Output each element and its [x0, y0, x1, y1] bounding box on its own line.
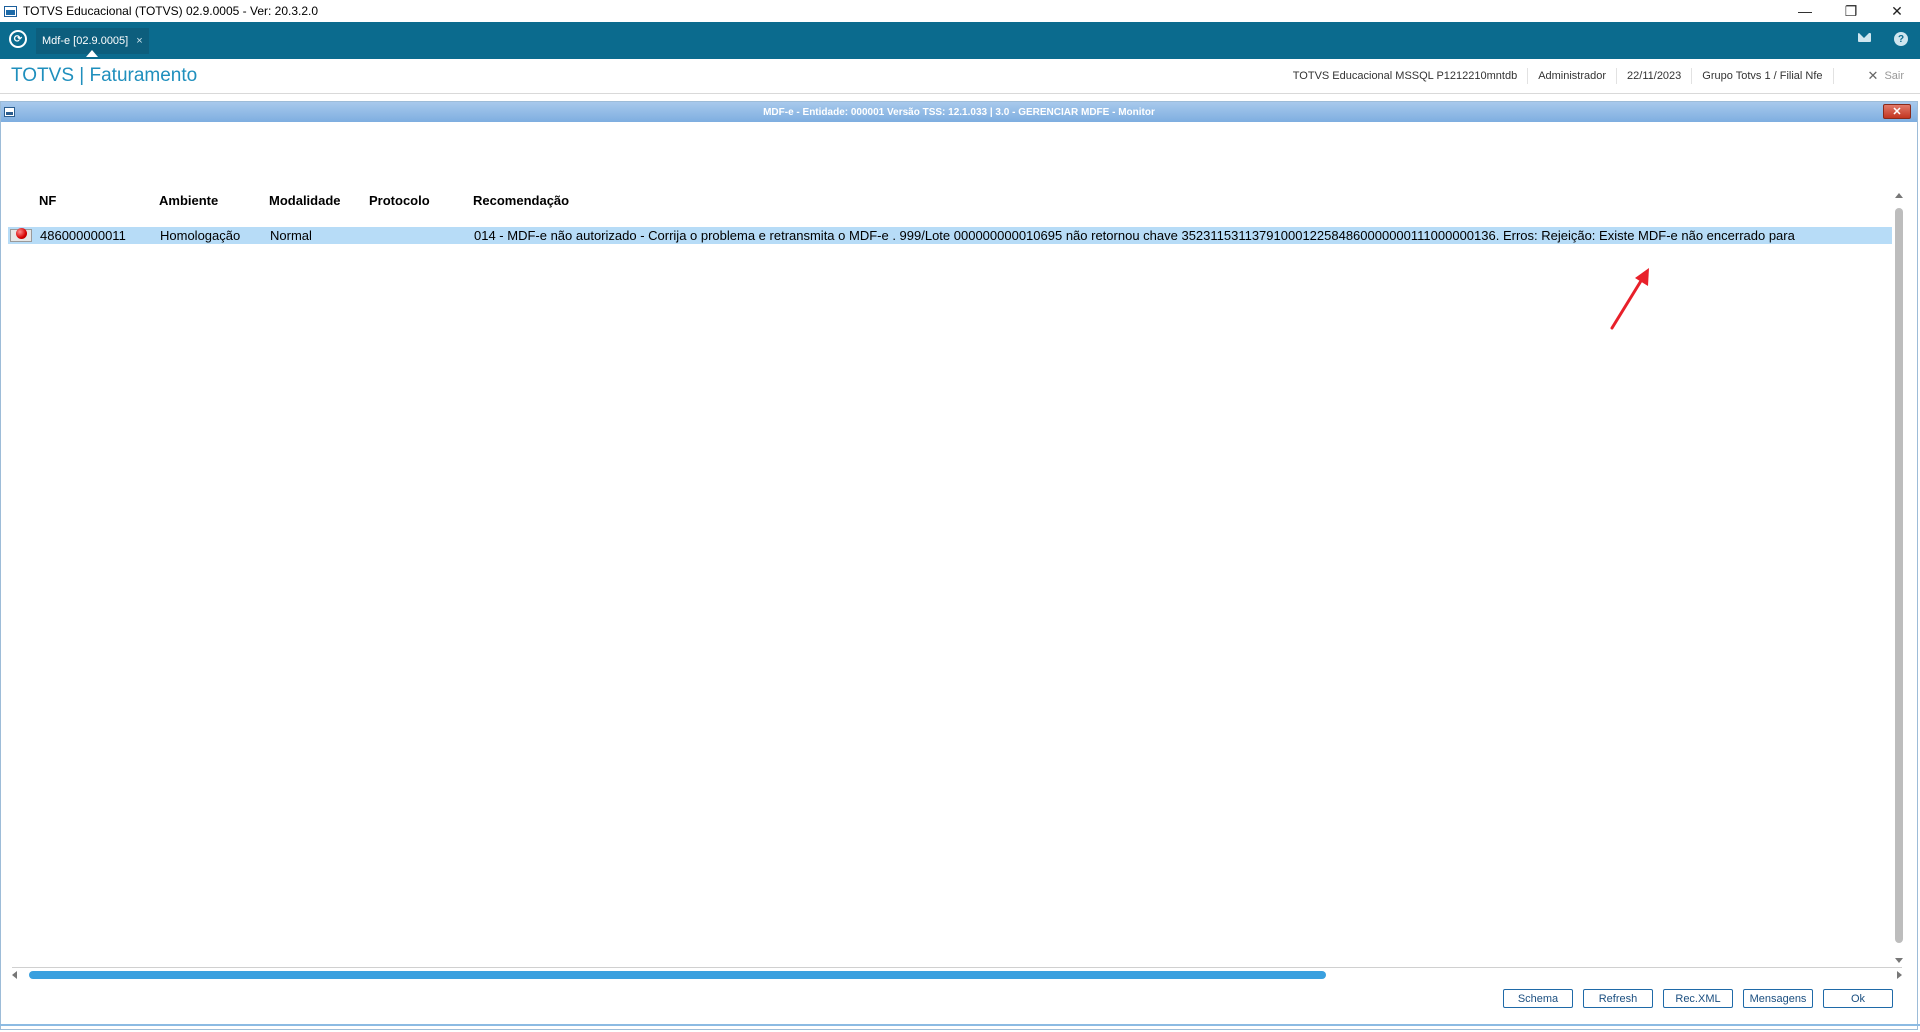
ok-button[interactable]: Ok [1823, 989, 1893, 1008]
help-icon[interactable]: ? [1894, 32, 1908, 46]
close-window-button[interactable]: ✕ [1874, 0, 1920, 22]
annotation-arrow-icon [1610, 268, 1649, 330]
window-titlebar: TOTVS Educacional (TOTVS) 02.9.0005 - Ve… [0, 0, 1920, 23]
header-info: TOTVS Educacional MSSQL P1212210mntdb Ad… [1283, 59, 1920, 93]
column-header-nf[interactable]: NF [39, 193, 56, 208]
dialog-title: MDF-e - Entidade: 000001 Versão TSS: 12.… [763, 106, 1155, 118]
window-title: TOTVS Educacional (TOTVS) 02.9.0005 - Ve… [23, 4, 319, 18]
horizontal-scrollbar[interactable] [12, 967, 1902, 980]
dialog-bottom-border [0, 1024, 1920, 1026]
home-icon[interactable]: ⟳ [9, 30, 27, 48]
vertical-scrollbar[interactable] [1893, 193, 1905, 963]
cell-modalidade: Normal [270, 228, 312, 243]
cell-nf: 486000000011 [40, 228, 126, 243]
cell-recomendacao: 014 - MDF-e não autorizado - Corrija o p… [474, 228, 1795, 243]
column-header-modalidade[interactable]: Modalidade [269, 193, 341, 208]
window-controls: — ❐ ✕ [1782, 0, 1920, 22]
schema-button[interactable]: Schema [1503, 989, 1573, 1008]
branch-info[interactable]: Grupo Totvs 1 / Filial Nfe [1692, 68, 1834, 84]
mail-icon[interactable] [1858, 33, 1871, 42]
exit-label: Sair [1884, 70, 1904, 82]
database-info: TOTVS Educacional MSSQL P1212210mntdb [1283, 68, 1529, 84]
module-header: TOTVS | Faturamento TOTVS Educacional MS… [0, 59, 1920, 94]
rec-xml-button[interactable]: Rec.XML [1663, 989, 1733, 1008]
refresh-button[interactable]: Refresh [1583, 989, 1653, 1008]
tab-bar: ⟳ Mdf-e [02.9.0005] × [0, 22, 1920, 59]
minimize-button[interactable]: — [1782, 0, 1828, 22]
column-header-protocolo[interactable]: Protocolo [369, 193, 430, 208]
close-icon: ✕ [1867, 68, 1879, 83]
tab-label: Mdf-e [02.9.0005] [42, 35, 129, 47]
column-header-ambiente[interactable]: Ambiente [159, 193, 218, 208]
table-row[interactable]: 486000000011 Homologação Normal 014 - MD… [8, 227, 1892, 244]
app-icon [4, 5, 17, 17]
user-info: Administrador [1528, 68, 1618, 84]
dialog-window-icon [4, 107, 15, 117]
scroll-down-icon[interactable] [1895, 958, 1903, 963]
column-header-recomendacao[interactable]: Recomendação [473, 193, 569, 208]
error-status-icon [10, 228, 32, 242]
dialog-titlebar: MDF-e - Entidade: 000001 Versão TSS: 12.… [1, 102, 1917, 122]
date-info: 22/11/2023 [1617, 68, 1693, 84]
scroll-up-icon[interactable] [1895, 193, 1903, 198]
restore-button[interactable]: ❐ [1828, 0, 1874, 22]
horizontal-scroll-thumb[interactable] [29, 971, 1326, 979]
active-tab-indicator [86, 50, 98, 57]
scroll-right-icon[interactable] [1897, 971, 1902, 979]
dialog-close-button[interactable]: ✕ [1883, 104, 1911, 119]
vertical-scroll-thumb[interactable] [1895, 208, 1903, 943]
cell-ambiente: Homologação [160, 228, 241, 243]
mensagens-button[interactable]: Mensagens [1743, 989, 1813, 1008]
scroll-left-icon[interactable] [12, 971, 17, 979]
tab-close-icon[interactable]: × [136, 35, 142, 47]
exit-button[interactable]: ✕ Sair [1834, 68, 1920, 84]
module-title: TOTVS | Faturamento [11, 65, 198, 86]
